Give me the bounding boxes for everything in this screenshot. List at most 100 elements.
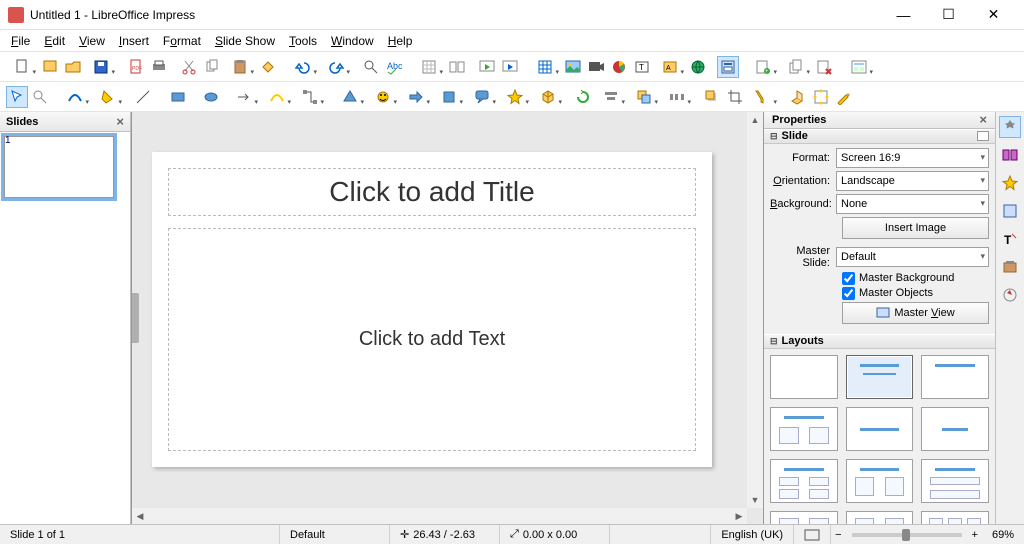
sidebar-tab-master-slides[interactable] [999, 200, 1021, 222]
connector-tool[interactable]: ▾ [294, 86, 326, 108]
align-tool[interactable]: ▾ [595, 86, 627, 108]
zoom-tool[interactable] [29, 86, 51, 108]
title-placeholder[interactable]: Click to add Title [168, 168, 696, 216]
new-button[interactable]: ▾ [6, 56, 38, 78]
horizontal-scrollbar[interactable]: ◀ ▶ [132, 508, 747, 524]
open-button[interactable] [62, 56, 84, 78]
glue-points-button[interactable] [810, 86, 832, 108]
maximize-button[interactable]: ☐ [926, 0, 971, 29]
fill-color-button[interactable]: ▾ [92, 86, 124, 108]
slides-panel-body[interactable]: 1 [0, 132, 130, 524]
status-fit-slide[interactable] [794, 525, 831, 544]
stars-tool[interactable]: ▾ [499, 86, 531, 108]
show-draw-functions-button[interactable] [833, 86, 855, 108]
canvas-area[interactable]: Click to add Title Click to add Text ▲ ▼… [131, 112, 764, 524]
rectangle-tool[interactable] [162, 86, 194, 108]
properties-close-icon[interactable]: × [979, 112, 987, 127]
layout-title-content[interactable] [846, 355, 914, 399]
sidebar-tab-gallery[interactable] [999, 256, 1021, 278]
layout-extra-3[interactable] [921, 511, 989, 524]
toggle-extrusion-button[interactable] [787, 86, 809, 108]
layout-1-2[interactable] [846, 459, 914, 503]
sidebar-tab-slide-transition[interactable] [999, 144, 1021, 166]
background-select[interactable]: None▾ [836, 194, 989, 214]
insert-hyperlink-button[interactable] [687, 56, 709, 78]
shadow-tool[interactable] [701, 86, 723, 108]
sidebar-tab-animation[interactable] [999, 172, 1021, 194]
insert-image-button-panel[interactable]: Insert Image [842, 217, 989, 239]
sidebar-tab-navigator[interactable] [999, 284, 1021, 306]
redo-button[interactable]: ▾ [320, 56, 352, 78]
zoom-out-button[interactable]: − [831, 525, 845, 544]
new-slide-button[interactable]: +▾ [747, 56, 779, 78]
select-tool[interactable] [6, 86, 28, 108]
menu-file[interactable]: File [4, 32, 37, 50]
layouts-section-header[interactable]: ⊟ Layouts [764, 334, 995, 349]
line-tool[interactable] [132, 86, 154, 108]
templates-button[interactable] [39, 56, 61, 78]
master-background-checkbox[interactable] [842, 272, 855, 285]
line-color-button[interactable]: ▾ [59, 86, 91, 108]
collapse-icon[interactable]: ⊟ [770, 336, 778, 347]
layout-2x2[interactable] [770, 459, 838, 503]
start-first-slide-button[interactable] [476, 56, 498, 78]
slide-properties-button[interactable] [717, 56, 739, 78]
layout-two-content[interactable] [770, 407, 838, 451]
layout-blank[interactable] [770, 355, 838, 399]
crop-tool[interactable] [724, 86, 746, 108]
detach-icon[interactable] [977, 131, 989, 141]
rotate-tool[interactable] [572, 86, 594, 108]
print-button[interactable] [148, 56, 170, 78]
menu-view[interactable]: View [72, 32, 112, 50]
distribute-tool[interactable]: ▾ [661, 86, 693, 108]
start-current-slide-button[interactable] [499, 56, 521, 78]
arrange-tool[interactable]: ▾ [628, 86, 660, 108]
slide-thumbnail-1[interactable]: 1 [4, 136, 114, 198]
3d-objects-tool[interactable]: ▾ [532, 86, 564, 108]
curve-tool[interactable]: ▾ [261, 86, 293, 108]
copy-button[interactable] [201, 56, 223, 78]
insert-table-button[interactable]: ▾ [529, 56, 561, 78]
sidebar-tab-styles[interactable]: T [999, 228, 1021, 250]
scroll-right-icon[interactable]: ▶ [731, 508, 747, 524]
menu-help[interactable]: Help [381, 32, 420, 50]
close-button[interactable]: ✕ [971, 0, 1016, 29]
scroll-down-icon[interactable]: ▼ [747, 492, 763, 508]
menu-window[interactable]: Window [324, 32, 381, 50]
cut-button[interactable] [178, 56, 200, 78]
save-button[interactable]: ▾ [85, 56, 117, 78]
delete-slide-button[interactable] [813, 56, 835, 78]
undo-button[interactable]: ▾ [287, 56, 319, 78]
flowchart-tool[interactable]: ▾ [433, 86, 465, 108]
scroll-up-icon[interactable]: ▲ [747, 112, 763, 128]
status-language[interactable]: English (UK) [711, 525, 794, 544]
filter-tool[interactable]: ▾ [747, 86, 779, 108]
export-pdf-button[interactable]: PDF [125, 56, 147, 78]
splitter-left[interactable] [132, 293, 139, 343]
vertical-scrollbar[interactable]: ▲ ▼ [747, 112, 763, 508]
find-button[interactable] [360, 56, 382, 78]
basic-shapes-tool[interactable]: ▾ [334, 86, 366, 108]
insert-av-button[interactable] [585, 56, 607, 78]
symbol-shapes-tool[interactable]: ▾ [367, 86, 399, 108]
insert-fontwork-button[interactable]: A▾ [654, 56, 686, 78]
zoom-percent[interactable]: 69% [982, 525, 1024, 544]
menu-format[interactable]: Format [156, 32, 208, 50]
callout-tool[interactable]: ▾ [466, 86, 498, 108]
arrow-tool[interactable]: ▾ [228, 86, 260, 108]
layout-content[interactable] [846, 407, 914, 451]
layout-centered[interactable] [921, 407, 989, 451]
slides-panel-close-icon[interactable]: × [116, 114, 124, 129]
menu-insert[interactable]: Insert [112, 32, 156, 50]
slide-section-header[interactable]: ⊟ Slide [764, 129, 995, 144]
slide-canvas[interactable]: Click to add Title Click to add Text [152, 152, 712, 467]
zoom-slider[interactable] [852, 533, 962, 537]
layout-extra-1[interactable] [770, 511, 838, 524]
collapse-icon[interactable]: ⊟ [770, 131, 778, 142]
slide-layout-button[interactable]: ▾ [843, 56, 875, 78]
layout-title-only[interactable] [921, 355, 989, 399]
duplicate-slide-button[interactable]: ▾ [780, 56, 812, 78]
paste-button[interactable]: ▾ [224, 56, 256, 78]
scroll-left-icon[interactable]: ◀ [132, 508, 148, 524]
orientation-select[interactable]: Landscape▾ [836, 171, 989, 191]
